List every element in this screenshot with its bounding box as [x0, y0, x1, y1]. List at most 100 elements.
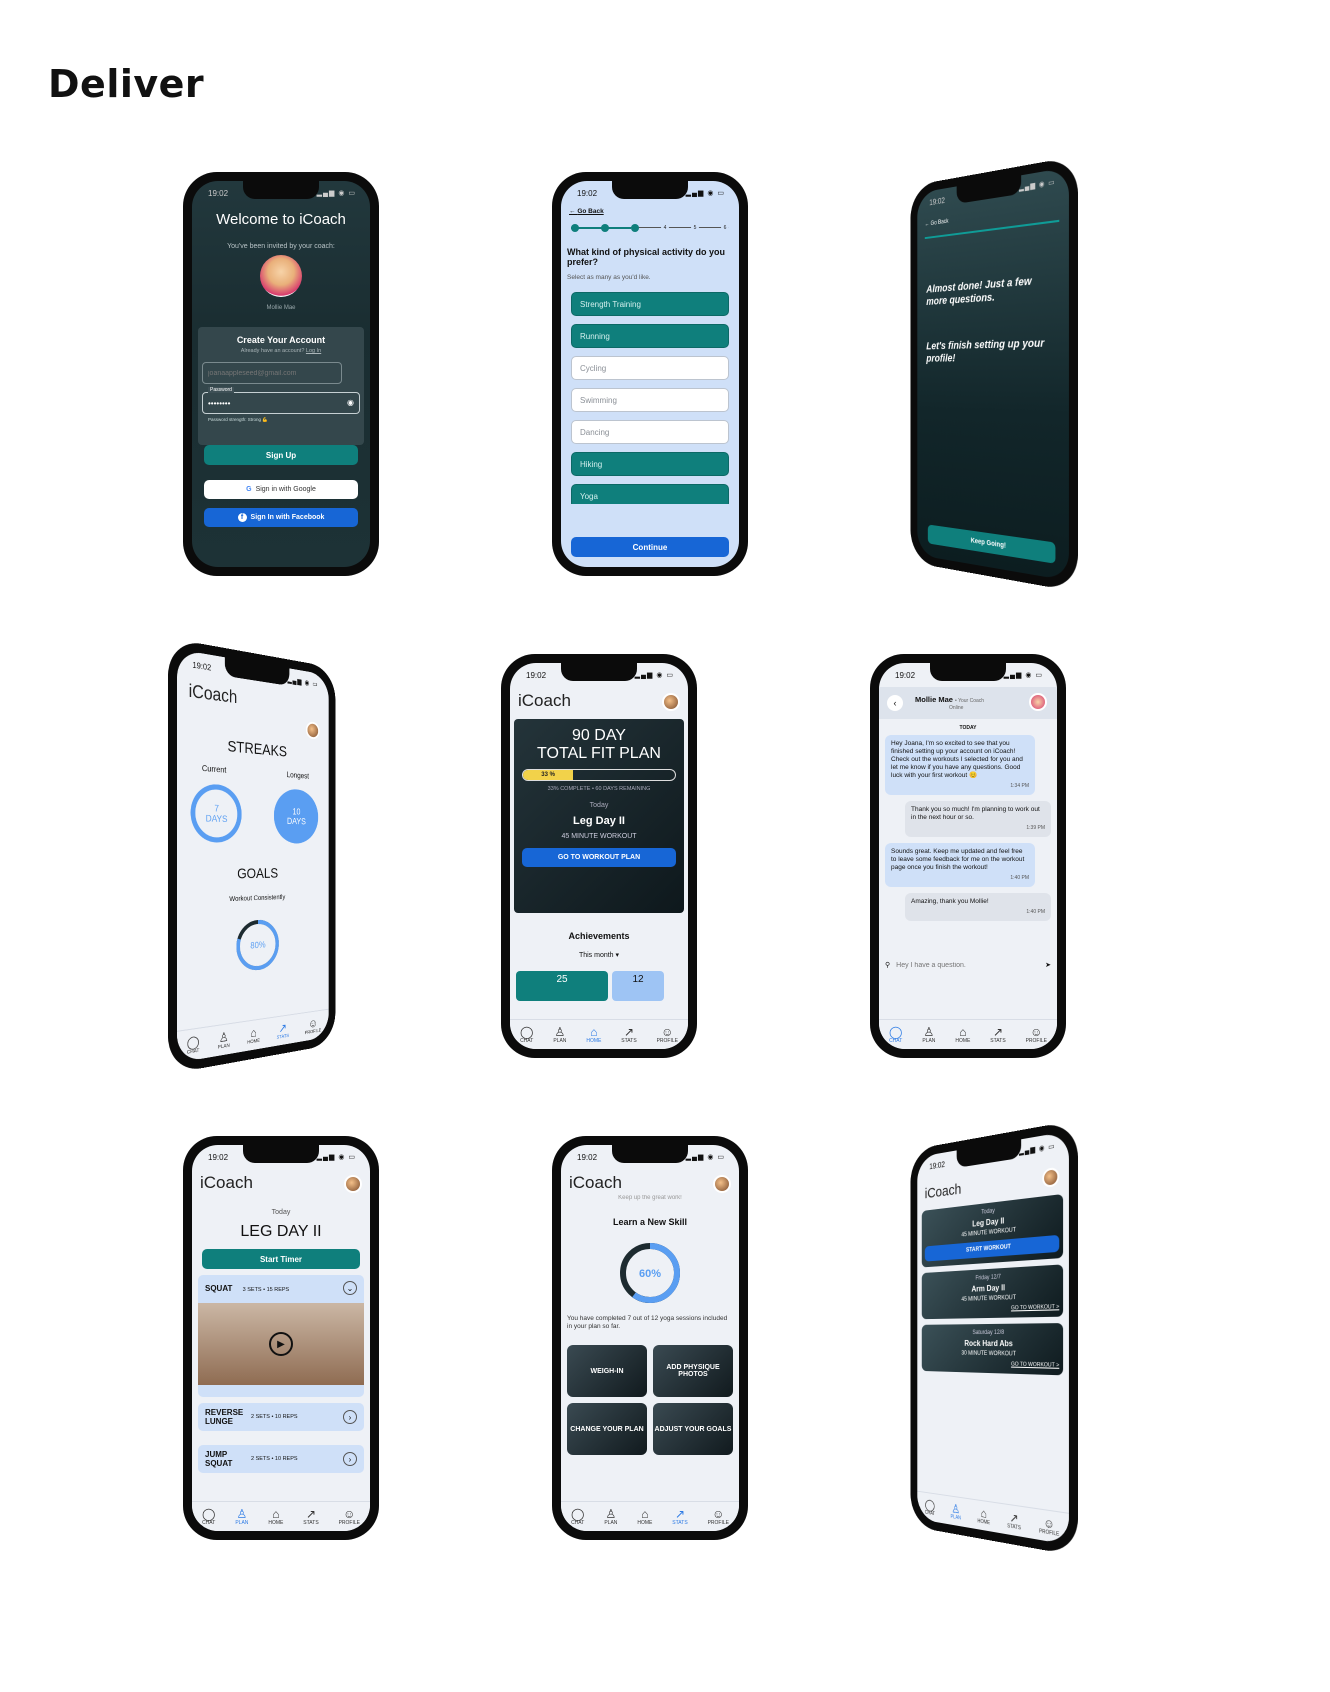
go-to-workout-link[interactable]: GO TO WORKOUT >	[925, 1360, 1059, 1368]
nav-stats[interactable]: ↗ STATS	[1007, 1510, 1021, 1531]
achievement-card[interactable]: 12	[612, 971, 664, 1001]
weigh-in-tile[interactable]: WEIGH-IN	[567, 1345, 647, 1397]
nav-chat[interactable]: ◯ CHAT	[202, 1508, 215, 1526]
phone-almost-done: 19:02 ▂▄▆ ◉ ▭ ← Go Back Almost done! Just…	[910, 155, 1078, 593]
workout-card[interactable]: Saturday 12/8 Rock Hard Abs 30 MINUTE WORK…	[921, 1323, 1064, 1376]
nav-home[interactable]: ⌂ HOME	[268, 1508, 283, 1526]
attach-icon[interactable]: ⚲	[885, 961, 890, 969]
nav-plan[interactable]: ♙ PLAN	[922, 1026, 935, 1044]
avatar[interactable]	[713, 1175, 731, 1193]
activity-option[interactable]: Hiking	[571, 452, 729, 476]
workout-card[interactable]: Today Leg Day II 45 MINUTE WORKOUT START WO…	[921, 1193, 1064, 1268]
activity-option[interactable]: Cycling	[571, 356, 729, 380]
signal-icon: ▂▄▆ ◉ ▭	[1019, 1142, 1056, 1157]
nav-chat[interactable]: ◯ CHAT	[925, 1497, 935, 1517]
start-timer-button[interactable]: Start Timer	[202, 1249, 360, 1269]
status-time: 19:02	[577, 1152, 598, 1162]
skill-title: Learn a New Skill	[612, 1217, 688, 1227]
nav-stats[interactable]: ↗ STATS	[277, 1020, 289, 1040]
workout-card[interactable]: Friday 12/7 Arm Day II 45 MINUTE WORKOUT GO…	[921, 1264, 1064, 1320]
go-back-link[interactable]: ← Go Back	[569, 208, 604, 215]
avatar[interactable]	[344, 1175, 362, 1193]
workout-duration: 45 MINUTE WORKOUT	[961, 1294, 1016, 1303]
nav-home[interactable]: ⌂ HOME	[955, 1026, 970, 1044]
google-signin-button[interactable]: G Sign in with Google	[204, 480, 358, 499]
activity-option[interactable]: Running	[571, 324, 729, 348]
period-select[interactable]: This month ▾	[510, 951, 688, 959]
nav-plan[interactable]: ♙ PLAN	[217, 1029, 230, 1051]
nav-chat[interactable]: ◯ CHAT	[571, 1508, 584, 1526]
achievement-card[interactable]: 25	[516, 971, 608, 1001]
send-icon[interactable]: ➤	[1045, 961, 1051, 969]
nav-home[interactable]: ⌂ HOME	[637, 1508, 652, 1526]
facebook-signin-button[interactable]: f Sign In with Facebook	[204, 508, 358, 527]
plan-icon: ♙	[923, 1024, 935, 1039]
coach-avatar[interactable]	[1029, 693, 1047, 711]
exercise-row[interactable]: JUMP SQUAT 2 SETS • 10 REPS ›	[198, 1445, 364, 1473]
nav-label: PLAN	[217, 1042, 230, 1051]
nav-profile[interactable]: ☺ PROFILE	[657, 1026, 678, 1044]
password-label: Password	[208, 387, 234, 393]
nav-plan[interactable]: ♙ PLAN	[553, 1026, 566, 1044]
nav-stats[interactable]: ↗ STATS	[303, 1508, 318, 1526]
longest-streak-badge: 10 DAYS	[273, 787, 319, 844]
activity-option[interactable]: Swimming	[571, 388, 729, 412]
exercise-video[interactable]: ▶	[198, 1303, 364, 1385]
go-to-plan-button[interactable]: GO TO WORKOUT PLAN	[522, 848, 676, 867]
go-back-link[interactable]: ← Go Back	[925, 219, 949, 228]
activity-option[interactable]: Strength Training	[571, 292, 729, 316]
message-text: Sounds great. Keep me updated and feel f…	[891, 848, 1025, 871]
nav-home[interactable]: ⌂ HOME	[977, 1505, 990, 1525]
message-input[interactable]	[896, 961, 1040, 969]
sign-up-button[interactable]: Sign Up	[204, 445, 358, 465]
email-field[interactable]	[202, 362, 342, 384]
add-photos-tile[interactable]: ADD PHYSIQUE PHOTOS	[653, 1345, 733, 1397]
play-icon[interactable]: ▶	[269, 1332, 293, 1356]
avatar[interactable]	[305, 721, 320, 740]
eye-icon[interactable]: ◉	[347, 398, 354, 407]
quiz-options: Strength Training Running Cycling Swimming D…	[561, 292, 739, 504]
signal-icon: ▂▄▆ ◉ ▭	[316, 1154, 356, 1161]
nav-profile[interactable]: ☺ PROFILE	[305, 1016, 321, 1036]
home-icon: ⌂	[641, 1506, 649, 1521]
nav-chat[interactable]: ◯ CHAT	[187, 1033, 200, 1055]
change-plan-tile[interactable]: CHANGE YOUR PLAN	[567, 1403, 647, 1455]
login-link[interactable]: Log In	[306, 348, 321, 354]
nav-profile[interactable]: ☺ PROFILE	[1026, 1026, 1047, 1044]
app-logo: iCoach	[518, 691, 571, 710]
chevron-right-icon[interactable]: ›	[343, 1452, 357, 1466]
exercise-row[interactable]: REVERSE LUNGE 2 SETS • 10 REPS ›	[198, 1403, 364, 1431]
go-to-workout-link[interactable]: GO TO WORKOUT >	[925, 1304, 1059, 1314]
keep-going-button[interactable]: Keep Going!	[927, 524, 1056, 564]
password-field[interactable]: Password •••••••• ◉	[202, 387, 360, 414]
nav-stats[interactable]: ↗ STATS	[990, 1026, 1005, 1044]
nav-home[interactable]: ⌂ HOME	[247, 1025, 260, 1046]
adjust-goals-tile[interactable]: ADJUST YOUR GOALS	[653, 1403, 733, 1455]
back-arrow-icon[interactable]: ‹	[887, 695, 903, 711]
avatar[interactable]	[662, 693, 680, 711]
nav-stats[interactable]: ↗ STATS	[672, 1508, 687, 1526]
nav-label: PLAN	[553, 1037, 567, 1044]
nav-plan[interactable]: ♙ PLAN	[604, 1508, 617, 1526]
chevron-right-icon[interactable]: ›	[343, 1410, 357, 1424]
continue-button[interactable]: Continue	[571, 537, 729, 557]
nav-label: STATS	[672, 1519, 688, 1526]
nav-profile[interactable]: ☺ PROFILE	[1039, 1515, 1059, 1538]
nav-stats[interactable]: ↗ STATS	[621, 1026, 636, 1044]
nav-chat[interactable]: ◯ CHAT	[889, 1026, 902, 1044]
message-text: Hey Joana, I'm so excited to see that yo…	[891, 740, 1023, 779]
chat-bubble: Hey Joana, I'm so excited to see that yo…	[885, 735, 1035, 795]
nav-profile[interactable]: ☺ PROFILE	[339, 1508, 360, 1526]
nav-home[interactable]: ⌂ HOME	[586, 1026, 601, 1044]
phone-quiz: 19:02 ▂▄▆ ◉ ▭ ← Go Back 1 2 3 4 5 6 What kind …	[552, 172, 748, 576]
activity-option[interactable]: Yoga	[571, 484, 729, 504]
activity-option[interactable]: Dancing	[571, 420, 729, 444]
nav-plan[interactable]: ♙ PLAN	[951, 1501, 961, 1521]
schedule-screen: 19:02 ▂▄▆ ◉ ▭ iCoach Today Leg Day II 45 MI…	[917, 1131, 1069, 1545]
nav-plan[interactable]: ♙ PLAN	[235, 1508, 248, 1526]
workout-title: LEG DAY II	[240, 1223, 322, 1240]
avatar[interactable]	[1042, 1166, 1060, 1189]
nav-profile[interactable]: ☺ PROFILE	[708, 1508, 729, 1526]
nav-chat[interactable]: ◯ CHAT	[520, 1026, 533, 1044]
chevron-down-icon[interactable]: ⌄	[343, 1281, 357, 1295]
